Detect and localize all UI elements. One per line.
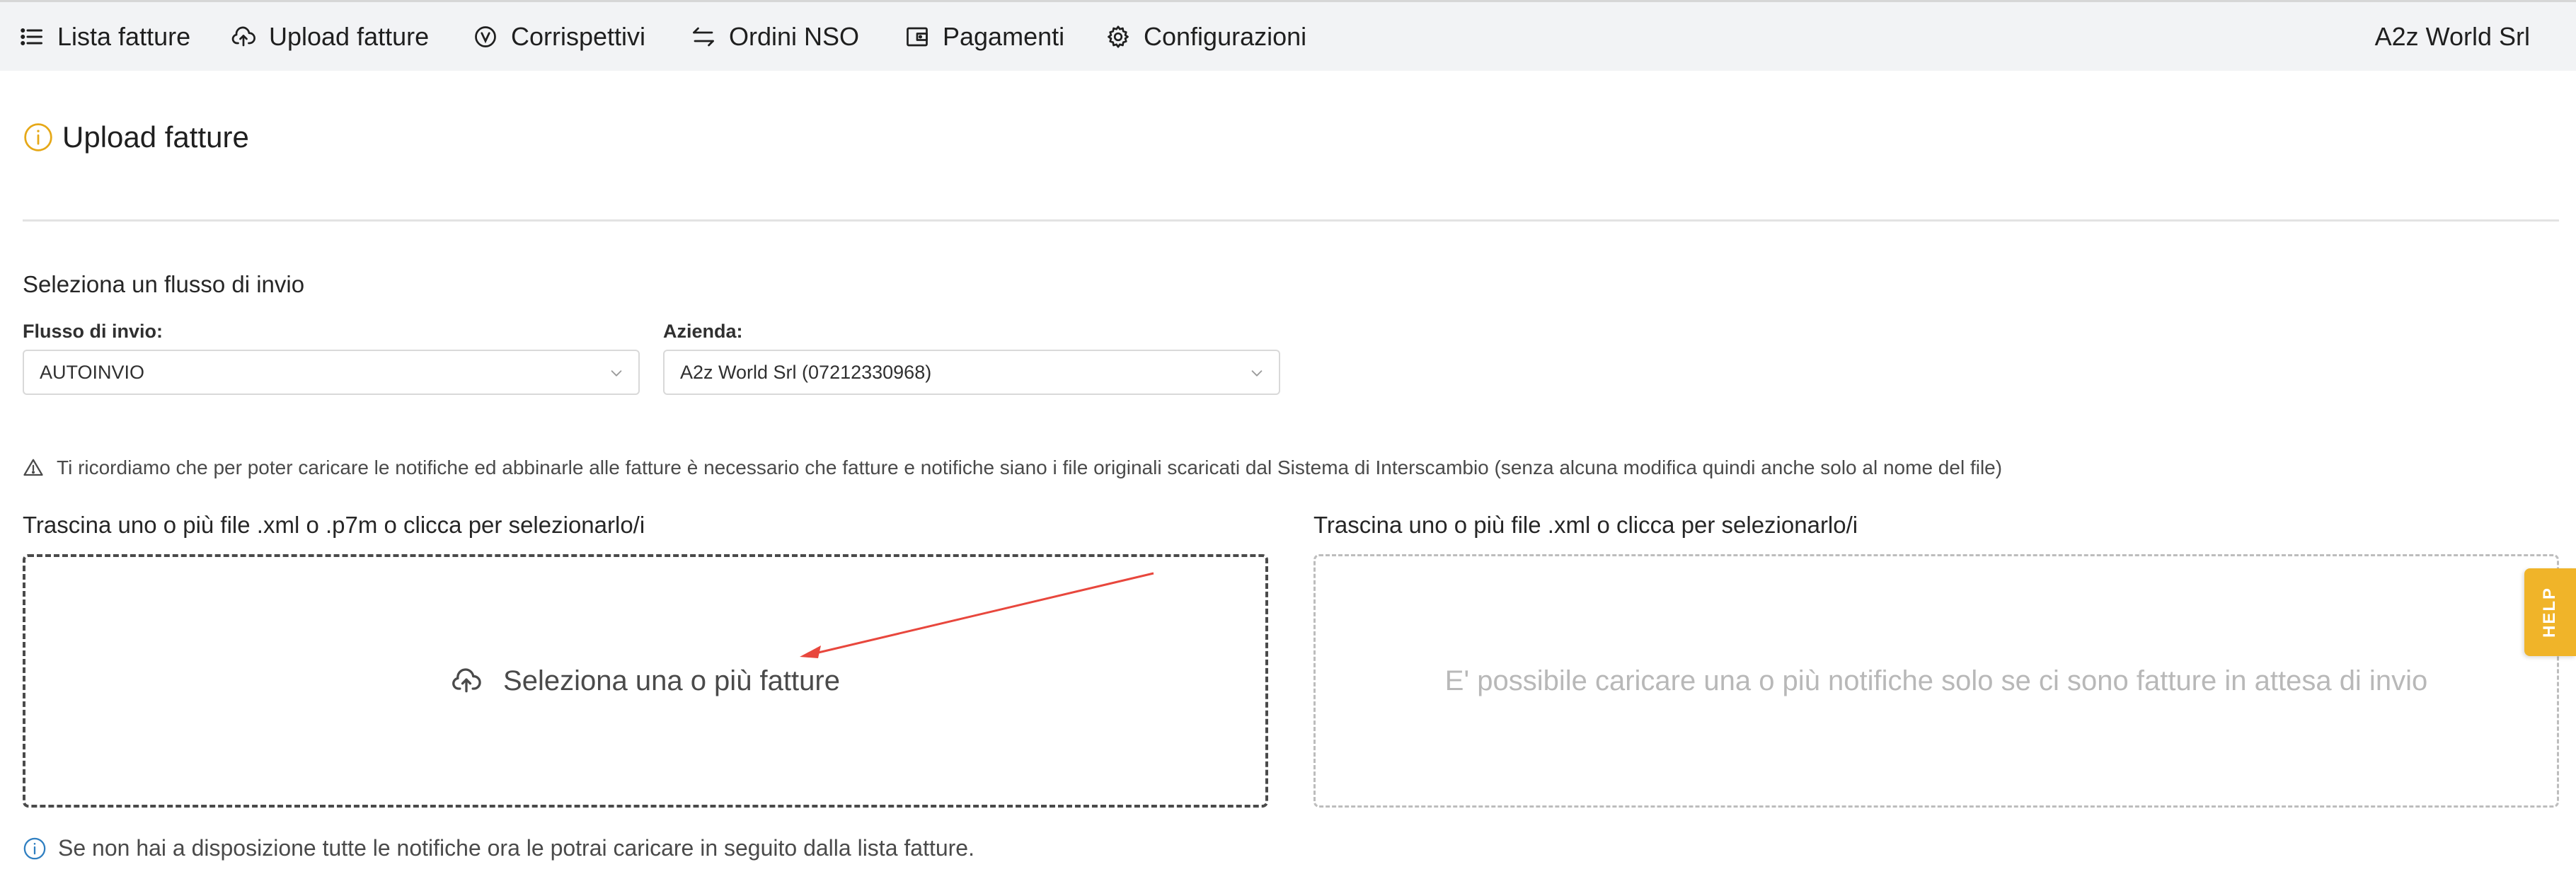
gear-icon (1108, 25, 1129, 48)
swap-icon (693, 27, 714, 46)
company-name[interactable]: A2z World Srl (2375, 2, 2530, 71)
warning-text: Ti ricordiamo che per poter caricare le … (57, 457, 2003, 478)
info-circle-icon (24, 123, 52, 151)
info-note: Se non hai a disposizione tutte le notif… (23, 835, 974, 861)
flow-section-title: Seleziona un flusso di invio (23, 271, 305, 297)
notifications-drop-label: Trascina uno o più file .xml o clicca pe… (1313, 512, 1858, 538)
nav-item-pagamenti[interactable]: Pagamenti (904, 2, 1064, 71)
nav-item-label: Lista fatture (57, 21, 191, 51)
chevron-down-icon (611, 370, 622, 377)
wallet-icon (907, 27, 928, 46)
flusso-label: Flusso di invio: (23, 321, 163, 342)
notifications-dropzone: E' possibile caricare una o più notifich… (1313, 554, 2559, 808)
invoices-upload-button[interactable]: Seleziona una o più fatture (451, 665, 840, 697)
nav-item-corrispettivi[interactable]: Corrispettivi (473, 2, 645, 71)
top-navbar: Lista fatture Upload fatture Corrispetti… (0, 0, 2576, 71)
euro-circle-icon (475, 25, 496, 47)
azienda-select[interactable]: A2z World Srl (07212330968) (663, 350, 1280, 395)
help-tab[interactable]: HELP (2524, 568, 2576, 656)
info-circle-icon (23, 837, 46, 859)
cloud-upload-icon (231, 26, 255, 46)
invoices-dropzone[interactable]: Seleziona una o più fatture (23, 554, 1268, 808)
azienda-select-value: A2z World Srl (07212330968) (680, 361, 932, 383)
nav-item-label: Upload fatture (269, 21, 430, 51)
help-label: HELP (2540, 586, 2560, 638)
nav-item-label: Corrispettivi (511, 21, 646, 51)
nav-item-upload-fatture[interactable]: Upload fatture (231, 2, 429, 71)
nav-item-label: Pagamenti (943, 21, 1065, 51)
nav-item-label: Ordini NSO (729, 21, 860, 51)
invoices-upload-text: Seleziona una o più fatture (503, 665, 840, 696)
page-title: Upload fatture (23, 120, 249, 154)
invoices-drop-label: Trascina uno o più file .xml o .p7m o cl… (23, 512, 645, 538)
cloud-upload-icon (452, 668, 481, 693)
info-note-text: Se non hai a disposizione tutte le notif… (58, 835, 974, 861)
warning-triangle-icon (23, 459, 43, 476)
page-title-text: Upload fatture (62, 120, 249, 154)
title-divider (23, 219, 2559, 222)
flusso-select[interactable]: AUTOINVIO (23, 350, 640, 395)
nav-item-lista-fatture[interactable]: Lista fatture (19, 2, 190, 71)
nav-item-configurazioni[interactable]: Configurazioni (1105, 2, 1306, 71)
azienda-label: Azienda: (663, 321, 743, 342)
chevron-down-icon (1251, 370, 1263, 377)
notifications-disabled-text: E' possibile caricare una o più notifich… (1444, 665, 2428, 696)
nav-item-label: Configurazioni (1144, 21, 1307, 51)
list-icon (21, 28, 42, 45)
flusso-select-value: AUTOINVIO (40, 361, 145, 383)
warning-message: Ti ricordiamo che per poter caricare le … (23, 457, 2002, 479)
nav-item-ordini-nso[interactable]: Ordini NSO (691, 2, 859, 71)
